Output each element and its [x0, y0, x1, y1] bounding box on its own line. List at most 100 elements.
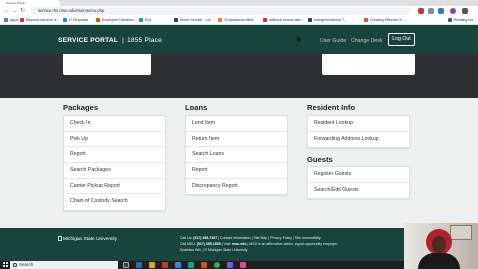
extension-icon[interactable] — [428, 8, 434, 14]
return-item-link[interactable]: Return Item — [186, 132, 287, 148]
taskbar-search-input[interactable]: Search — [10, 261, 118, 269]
bookmark-label: Creating Effective S... — [370, 18, 405, 22]
footer-eoe-text: | MSU is an affirmative-action, equal-op… — [247, 242, 339, 246]
teams-icon[interactable] — [227, 262, 233, 268]
bookmark-favicon-icon — [174, 17, 178, 22]
brand-title: SERVICE PORTAL — [58, 37, 119, 44]
footer-phone-link[interactable]: (517) 355-7457 — [193, 236, 217, 240]
address-bar-url: service.rhs.msu.edu/mainmenu.php — [38, 8, 105, 13]
address-bar[interactable]: service.rhs.msu.edu/mainmenu.php — [30, 7, 410, 15]
footer-contact-line: Call Us: (517) 355-7457 | Contact Inform… — [180, 236, 321, 240]
bookmark-item[interactable]: Beyond real-time a... — [20, 17, 59, 24]
footer-spartans-will: Spartans Will. — [180, 248, 202, 252]
forward-icon[interactable]: → — [12, 7, 18, 15]
windows-start-icon[interactable] — [3, 262, 8, 267]
package-report-link[interactable]: Report — [64, 147, 165, 164]
search-loans-link[interactable]: Search Loans — [186, 147, 287, 164]
msu-logo-alt: Michigan State University — [63, 237, 118, 242]
search-packages-link[interactable]: Search Packages — [64, 163, 165, 179]
extension-icon[interactable] — [418, 8, 424, 14]
app-icon[interactable] — [188, 262, 194, 268]
bookmark-label: millenial versus bab... — [269, 18, 304, 22]
bookmark-item[interactable]: Creating Effective S... — [364, 17, 405, 24]
footer-links-text[interactable]: | Contact Information | Site Map | Priva… — [218, 236, 320, 240]
bookmark-label: Intergenerational T... — [314, 18, 347, 22]
back-icon[interactable]: ← — [4, 7, 10, 15]
footer-copyright: | © Michigan State University — [202, 248, 248, 252]
browser-menu-icon[interactable] — [462, 8, 468, 14]
hero-card-right — [322, 54, 415, 75]
broken-image-icon — [58, 236, 62, 241]
bookmark-favicon-icon — [4, 17, 8, 22]
bookmark-label: Beyond real-time a... — [26, 18, 60, 22]
app-icon[interactable] — [240, 262, 246, 268]
bookmark-favicon-icon — [263, 17, 267, 22]
bookmark-label: Reading list — [454, 18, 473, 22]
presenter-body — [418, 253, 460, 269]
bookmark-label: Employee Handboo... — [102, 18, 137, 22]
app-icon[interactable] — [175, 262, 181, 268]
bookmark-favicon-icon — [139, 17, 143, 22]
logout-button[interactable]: Log Out — [388, 33, 415, 46]
footer-call-us-label: Call Us: — [180, 236, 193, 240]
loans-list: Lend Item Return Item Search Loans Repor… — [185, 115, 288, 196]
footer-msu-phone[interactable]: (517) 355-1855 — [197, 242, 221, 246]
packages-heading: Packages — [63, 103, 99, 112]
webcam-overlay — [404, 223, 478, 269]
bookmark-favicon-icon — [308, 17, 312, 22]
register-guests-link[interactable]: Register Guests — [308, 167, 409, 183]
check-in-link[interactable]: Check In — [64, 116, 165, 132]
forwarding-address-lookup-link[interactable]: Forwarding Address Lookup — [308, 132, 409, 148]
carrier-pickup-report-link[interactable]: Carrier Pickup Report — [64, 179, 165, 195]
bookmark-item[interactable]: World Service - Lot... — [174, 17, 214, 24]
chain-of-custody-search-link[interactable]: Chain of Custody Search — [64, 194, 165, 210]
file-explorer-icon[interactable] — [149, 262, 155, 268]
footer-msu-link[interactable]: msu.edu — [232, 242, 246, 246]
reload-icon[interactable]: ↻ — [20, 7, 25, 15]
change-desk-link[interactable]: Change Desk — [351, 38, 382, 44]
loan-report-link[interactable]: Report — [186, 163, 287, 179]
bookmark-favicon-icon — [364, 17, 368, 22]
footer-call-msu-label: Call MSU: — [180, 242, 196, 246]
bookmark-item[interactable]: EQL — [139, 17, 152, 24]
bookmark-favicon-icon — [63, 17, 67, 22]
hero-card-left — [63, 54, 151, 75]
bookmark-label: EQL — [145, 18, 153, 22]
presenter-face — [432, 236, 446, 253]
packages-list: Check In Pick Up Report Search Packages … — [63, 115, 166, 212]
bookmark-item[interactable]: IT Requests — [63, 17, 88, 24]
discrepancy-report-link[interactable]: Discrepancy Report — [186, 179, 287, 195]
resident-lookup-link[interactable]: Resident Lookup — [308, 116, 409, 132]
extension-icon[interactable] — [438, 8, 444, 14]
app-icon[interactable] — [162, 262, 168, 268]
taskbar-search-placeholder: Search — [19, 262, 34, 267]
task-view-icon[interactable] — [123, 262, 129, 268]
footer-msu-line: Call MSU: (517) 355-1855 | Visit: msu.ed… — [180, 242, 338, 246]
footer-visit-label: | Visit: — [221, 242, 232, 246]
pick-up-link[interactable]: Pick Up — [64, 132, 165, 148]
bookmark-item[interactable]: Reading list — [448, 17, 473, 24]
app-icon[interactable] — [201, 262, 207, 268]
bookmark-item[interactable]: 10 Awesome Mind... — [218, 17, 256, 24]
bookmark-item[interactable]: Intergenerational T... — [308, 17, 347, 24]
site-brand[interactable]: SERVICE PORTAL | 1855 Place — [58, 37, 162, 44]
bookmark-label: World Service - Lot... — [180, 18, 214, 22]
guests-list: Register Guests Search/Edit Guests — [307, 166, 410, 200]
bookmark-label: IT Requests — [69, 18, 89, 22]
msu-logo[interactable]: Michigan State University — [58, 236, 117, 242]
bookmark-item[interactable]: Apps — [4, 17, 18, 24]
resident-info-list: Resident Lookup Forwarding Address Looku… — [307, 115, 410, 149]
bookmark-item[interactable]: Employee Handboo... — [96, 17, 137, 24]
lend-item-link[interactable]: Lend Item — [186, 116, 287, 132]
bookmark-item[interactable]: millenial versus bab... — [263, 17, 304, 24]
bookmark-favicon-icon — [96, 17, 100, 22]
search-edit-guests-link[interactable]: Search/Edit Guests — [308, 183, 409, 199]
search-icon — [13, 263, 17, 267]
profile-avatar-icon[interactable] — [450, 8, 456, 14]
chrome-icon[interactable] — [214, 262, 220, 268]
wall-picture — [450, 225, 472, 240]
resident-info-heading: Resident Info — [307, 103, 356, 112]
user-guide-link[interactable]: User Guide — [320, 38, 346, 44]
brand-place: 1855 Place — [127, 37, 162, 44]
edge-icon[interactable] — [136, 262, 142, 268]
